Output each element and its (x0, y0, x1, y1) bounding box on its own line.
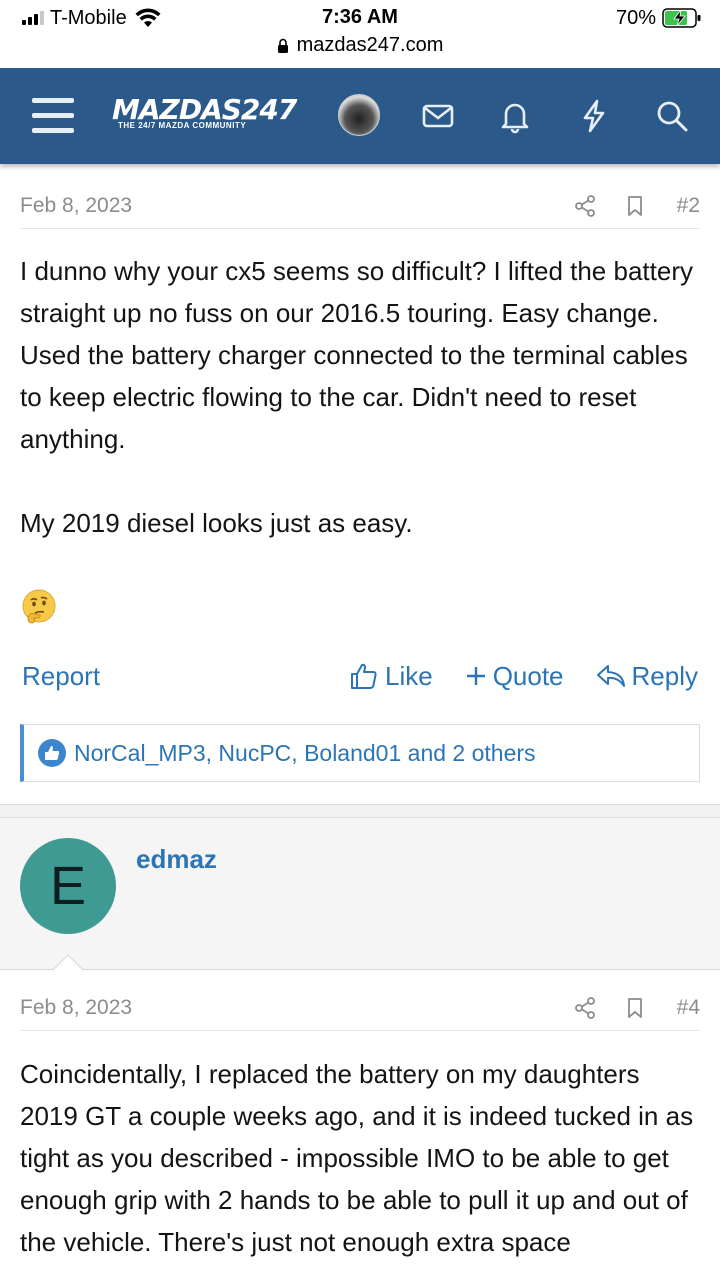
logo-text: MAZDAS247 (112, 93, 297, 126)
thinking-face-icon (22, 589, 56, 624)
bookmark-icon[interactable] (623, 996, 647, 1020)
like-badge-icon (38, 739, 66, 767)
post-number[interactable]: #4 (677, 996, 700, 1020)
quote-label: Quote (492, 660, 564, 691)
post-body: I dunno why your cx5 seems so difficult?… (20, 250, 700, 586)
reactions-bar[interactable]: NorCal_MP3, NucPC, Boland01 and 2 others (20, 724, 700, 782)
bolt-icon[interactable] (576, 98, 612, 134)
bell-icon[interactable] (497, 98, 533, 134)
menu-icon[interactable] (32, 98, 74, 134)
author-caret (52, 954, 84, 972)
reactions-text: NorCal_MP3, NucPC, Boland01 and 2 others (74, 739, 536, 766)
status-right: 70% (616, 6, 702, 30)
post-actions: Report Like Quote Reply (22, 656, 698, 696)
envelope-icon[interactable] (420, 98, 456, 134)
battery-charging-icon (662, 8, 701, 28)
post-meta: Feb 8, 2023 #2 (20, 186, 700, 226)
share-icon[interactable] (573, 194, 597, 218)
url-text: mazdas247.com (296, 34, 444, 56)
clock: 7:36 AM (322, 6, 398, 28)
like-button[interactable]: Like (349, 661, 433, 692)
thumbs-up-icon (350, 663, 377, 689)
divider (20, 228, 700, 229)
like-label: Like (384, 660, 433, 691)
plus-icon (466, 667, 485, 685)
site-logo[interactable]: MAZDAS247 THE 24/7 MAZDA COMMUNITY (112, 96, 312, 138)
post-paragraph: I dunno why your cx5 seems so difficult?… (20, 256, 693, 454)
address-bar[interactable]: mazdas247.com (0, 34, 720, 57)
post-author-block: E edmaz (0, 818, 720, 970)
quote-button[interactable]: Quote (465, 661, 564, 692)
battery-percent: 70% (615, 6, 656, 29)
site-header: MAZDAS247 THE 24/7 MAZDA COMMUNITY (0, 68, 720, 164)
post-body: Coincidentally, I replaced the battery o… (20, 1053, 700, 1280)
report-link[interactable]: Report (22, 661, 317, 692)
reply-label: Reply (631, 660, 698, 691)
post-date[interactable]: Feb 8, 2023 (20, 194, 547, 218)
status-bar: T-Mobile 7:36 AM 70% mazdas247.com (0, 0, 720, 68)
post-date[interactable]: Feb 8, 2023 (20, 996, 547, 1020)
post-meta: Feb 8, 2023 #4 (20, 988, 700, 1028)
reply-button[interactable]: Reply (596, 661, 698, 692)
divider (20, 1030, 700, 1031)
post-paragraph: Coincidentally, I replaced the battery o… (20, 1059, 694, 1257)
reply-arrow-icon (596, 665, 625, 687)
author-avatar[interactable]: E (20, 838, 116, 934)
post-separator (0, 804, 720, 818)
post-paragraph: My 2019 diesel looks just as easy. (20, 508, 413, 538)
bookmark-icon[interactable] (623, 194, 647, 218)
post-number[interactable]: #2 (677, 194, 700, 218)
share-icon[interactable] (573, 996, 597, 1020)
search-icon[interactable] (654, 98, 690, 134)
author-username[interactable]: edmaz (136, 844, 217, 875)
lock-icon (277, 38, 288, 53)
user-avatar[interactable] (338, 94, 380, 136)
